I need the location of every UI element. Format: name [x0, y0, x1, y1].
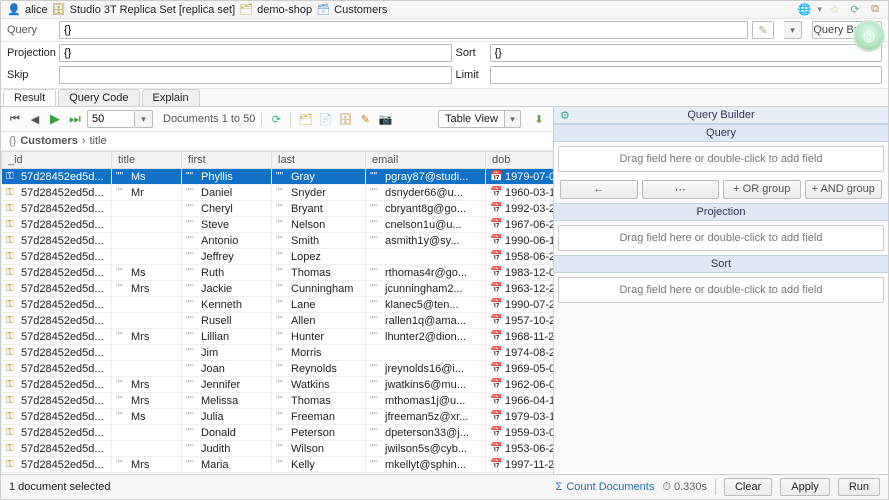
sum-icon: Σ	[556, 481, 563, 493]
profile-avatar[interactable]: ☺	[853, 20, 885, 52]
query-history-dropdown[interactable]: ▾	[784, 21, 802, 39]
crumb-collection: Customers	[334, 4, 387, 16]
qb-section-projection: Projection	[554, 203, 888, 221]
bc-root[interactable]: Customers	[20, 135, 77, 147]
skip-input[interactable]	[59, 66, 452, 84]
qb-drop-projection[interactable]: Drag field here or double-click to add f…	[558, 225, 884, 251]
export-icon[interactable]: ⬇	[531, 111, 547, 127]
col-first[interactable]: first	[182, 152, 272, 169]
page-info: Documents 1 to 50	[163, 113, 255, 125]
table-row[interactable]: ⚿57d28452ed5d...""Cheryl""Bryant""cbryan…	[2, 201, 554, 217]
query-edit-button[interactable]: ✎	[752, 21, 774, 39]
table-row[interactable]: ⚿57d28452ed5d...""Mrs""Lillian""Hunter""…	[2, 329, 554, 345]
qb-drop-sort[interactable]: Drag field here or double-click to add f…	[558, 277, 884, 303]
table-row[interactable]: ⚿57d28452ed5d...""Ms""Ruth""Thomas""rtho…	[2, 265, 554, 281]
crumb-db: demo-shop	[257, 4, 312, 16]
table-row[interactable]: ⚿57d28452ed5d...""Ms""Julia""Freeman""jf…	[2, 409, 554, 425]
cluster-icon: 🗄	[52, 3, 66, 17]
clear-button[interactable]: Clear	[724, 478, 772, 496]
qb-up-button[interactable]: ⋯	[642, 180, 720, 199]
popout-icon[interactable]: ⧉	[868, 3, 882, 17]
add-connection-icon[interactable]: 🌐	[797, 3, 811, 17]
tab-result[interactable]: Result	[3, 89, 56, 106]
qb-section-sort: Sort	[554, 255, 888, 273]
table-row[interactable]: ⚿57d28452ed5d...""Steve""Nelson""cnelson…	[2, 217, 554, 233]
status-selection: 1 document selected	[9, 481, 111, 493]
user-icon: 👤	[7, 3, 21, 17]
table-row[interactable]: ⚿57d28452ed5d...""Mrs""Jackie""Cunningha…	[2, 281, 554, 297]
table-row[interactable]: ⚿57d28452ed5d...""Jeffrey""Lopez📅1958-06…	[2, 249, 554, 265]
refresh-icon[interactable]: ⟳	[268, 111, 284, 127]
page-size-dropdown[interactable]: ▾	[135, 110, 153, 128]
col-dob[interactable]: dob	[486, 152, 554, 169]
edit-icon[interactable]: ✎	[357, 111, 373, 127]
run-all-button[interactable]: ⏭	[67, 111, 83, 127]
page-size-input[interactable]	[87, 110, 135, 128]
add-document-icon[interactable]: 📄	[317, 111, 333, 127]
snapshot-icon[interactable]: 📷	[377, 111, 393, 127]
query-label: Query	[7, 24, 55, 36]
apply-button[interactable]: Apply	[780, 478, 830, 496]
table-row[interactable]: ⚿57d28452ed5d...""Antonio""Smith""asmith…	[2, 233, 554, 249]
view-selector-dropdown[interactable]: ▾	[505, 110, 521, 128]
table-row[interactable]: ⚿57d28452ed5d...""Mildred""Ray""mray3r@s…	[2, 473, 554, 475]
table-row[interactable]: ⚿57d28452ed5d...""Mrs""Maria""Kelly""mke…	[2, 457, 554, 473]
qb-back-button[interactable]: ←	[560, 180, 638, 199]
bc-field[interactable]: title	[90, 135, 107, 147]
run-button[interactable]: ▶	[47, 111, 63, 127]
qb-and-group-button[interactable]: + AND group	[805, 180, 883, 199]
qb-settings-icon[interactable]: ⚙	[560, 109, 570, 122]
query-input[interactable]	[59, 21, 748, 39]
favorite-icon[interactable]: ☆	[828, 3, 842, 17]
run-query-button[interactable]: Run	[838, 478, 880, 496]
table-row[interactable]: ⚿57d28452ed5d...""Mr""Daniel""Snyder""ds…	[2, 185, 554, 201]
collection-icon: 🗃	[316, 3, 330, 17]
limit-input[interactable]	[490, 66, 883, 84]
tab-query-code[interactable]: Query Code	[58, 89, 139, 106]
qb-section-query: Query	[554, 124, 888, 142]
view-selector[interactable]: Table View	[438, 110, 505, 128]
col-email[interactable]: email	[366, 152, 486, 169]
crumb-cluster: Studio 3T Replica Set [replica set]	[70, 4, 236, 16]
table-row[interactable]: ⚿57d28452ed5d...""Joan""Reynolds""jreyno…	[2, 361, 554, 377]
table-row[interactable]: ⚿57d28452ed5d...""Mrs""Jennifer""Watkins…	[2, 377, 554, 393]
dropdown-icon[interactable]: ▾	[817, 4, 822, 15]
add-folder-icon[interactable]: 🗂	[297, 111, 313, 127]
qb-or-group-button[interactable]: + OR group	[723, 180, 801, 199]
projection-label: Projection	[7, 47, 55, 59]
nav-prev-button[interactable]: ◀	[27, 111, 43, 127]
count-documents-button[interactable]: Σ Count Documents	[556, 481, 655, 493]
qb-title: Query Builder	[687, 109, 754, 121]
qb-drop-query[interactable]: Drag field here or double-click to add f…	[558, 146, 884, 172]
nav-first-button[interactable]: ⏮	[7, 111, 23, 127]
sort-label: Sort	[456, 47, 486, 59]
table-row[interactable]: ⚿57d28452ed5d...""Ms""Phyllis""Gray""pgr…	[2, 169, 554, 185]
add-db-icon[interactable]: 🗄	[337, 111, 353, 127]
col-title[interactable]: title	[112, 152, 182, 169]
sync-icon[interactable]: ⟳	[848, 3, 862, 17]
status-time: 0.330s	[674, 481, 707, 493]
crumb-user: alice	[25, 4, 48, 16]
table-row[interactable]: ⚿57d28452ed5d...""Jim""Morris📅1974-08-27…	[2, 345, 554, 361]
table-row[interactable]: ⚿57d28452ed5d...""Kenneth""Lane""klanec5…	[2, 297, 554, 313]
col-last[interactable]: last	[272, 152, 366, 169]
table-row[interactable]: ⚿57d28452ed5d...""Judith""Wilson""jwilso…	[2, 441, 554, 457]
clock-icon: ⏱	[662, 481, 671, 494]
table-row[interactable]: ⚿57d28452ed5d...""Mrs""Melissa""Thomas""…	[2, 393, 554, 409]
tab-explain[interactable]: Explain	[142, 89, 200, 106]
col-id[interactable]: _id	[2, 152, 112, 169]
projection-input[interactable]	[59, 44, 452, 62]
table-row[interactable]: ⚿57d28452ed5d...""Rusell""Allen""rallen1…	[2, 313, 554, 329]
limit-label: Limit	[456, 69, 486, 81]
skip-label: Skip	[7, 69, 55, 81]
db-icon: 🗂	[239, 3, 253, 17]
sort-input[interactable]	[490, 44, 883, 62]
table-row[interactable]: ⚿57d28452ed5d...""Donald""Peterson""dpet…	[2, 425, 554, 441]
